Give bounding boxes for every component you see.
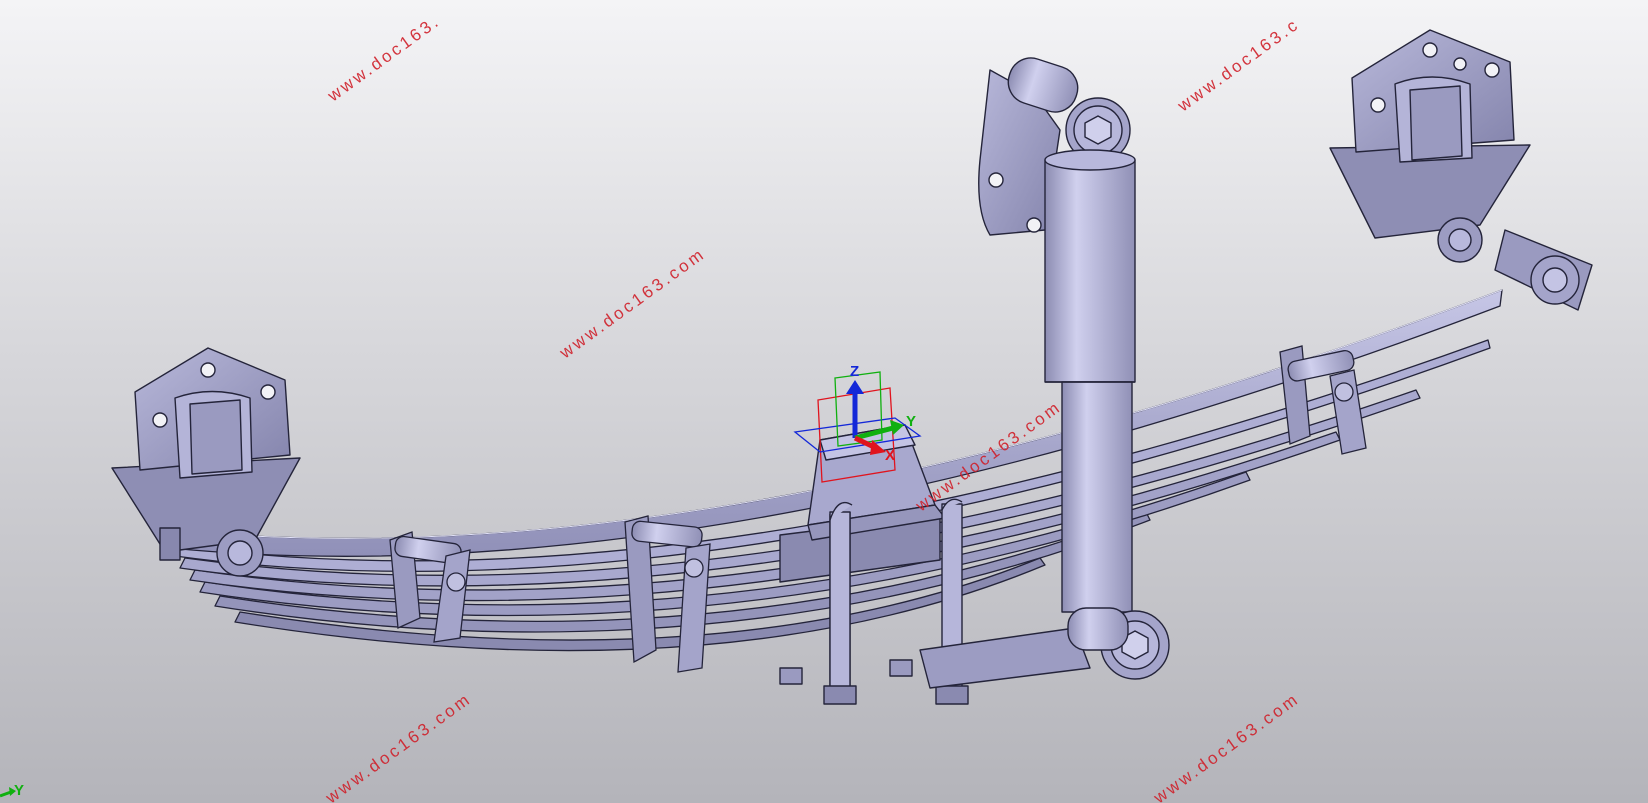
corner-axis-triad: Y bbox=[0, 782, 24, 799]
compass-z-label: Z bbox=[850, 363, 859, 380]
rebound-clip-2[interactable] bbox=[624, 515, 711, 673]
corner-axis-y-label: Y bbox=[14, 782, 24, 799]
compass-x-label: X bbox=[885, 447, 895, 464]
cad-3d-viewport[interactable]: Z Y X www.doc163. www.doc163.c www.doc16… bbox=[0, 0, 1648, 803]
shock-absorber[interactable] bbox=[978, 52, 1170, 680]
compass-y-label: Y bbox=[906, 413, 916, 430]
leaf-spring-suspension-model[interactable]: Z Y X bbox=[0, 0, 1648, 803]
right-hanger-bracket[interactable] bbox=[1329, 29, 1593, 311]
